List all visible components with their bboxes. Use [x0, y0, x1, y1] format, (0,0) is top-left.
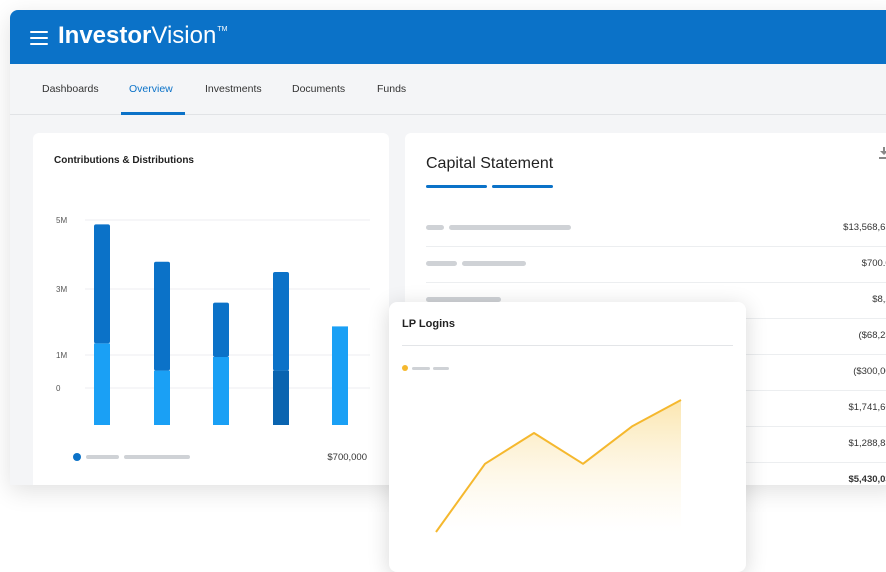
- lp-logins-card: LP Logins: [389, 302, 746, 572]
- y-tick-label: 3M: [56, 285, 67, 294]
- row-value: $13,568,652: [843, 222, 886, 233]
- y-tick-label: 1M: [56, 351, 67, 360]
- row-value-total: $5,430,030: [848, 474, 886, 485]
- bar-segment-bottom: [273, 370, 289, 425]
- table-row: $13,568,652: [426, 210, 886, 247]
- y-tick-label: 0: [56, 384, 61, 393]
- lp-logins-chart: [435, 399, 682, 533]
- tab-dashboards[interactable]: Dashboards: [42, 64, 99, 114]
- brand-trademark: TM: [217, 26, 228, 33]
- capital-subtab-1[interactable]: [426, 185, 487, 188]
- bar-segment-top: [94, 224, 110, 344]
- top-bar: InvestorVisionTM: [10, 10, 886, 64]
- bar-segment-top: [213, 302, 229, 357]
- capital-statement-title: Capital Statement: [426, 155, 554, 172]
- tab-funds[interactable]: Funds: [377, 64, 406, 114]
- brand-logo[interactable]: InvestorVisionTM: [58, 22, 227, 50]
- bar-segment-top: [273, 272, 289, 371]
- bar-segment-top: [154, 261, 170, 371]
- row-value: $8,27: [872, 294, 886, 305]
- menu-icon[interactable]: [30, 31, 48, 45]
- y-tick-label: 5M: [56, 216, 67, 225]
- legend-marker: [73, 453, 81, 461]
- row-value: ($300,000: [853, 366, 886, 377]
- row-value: $1,288,832: [848, 438, 886, 449]
- bar-segment-bottom: [94, 343, 110, 425]
- row-value: $1,741,660: [848, 402, 886, 413]
- legend-label-placeholder: [86, 455, 119, 459]
- legend-label-placeholder: [124, 455, 190, 459]
- bar-segment-bottom: [213, 357, 229, 425]
- contributions-chart: 5M 3M 1M 0: [56, 216, 370, 425]
- brand-name-bold: Investor: [58, 22, 152, 49]
- contributions-card: Contributions & Distributions 5M 3M 1M 0 $7…: [33, 133, 389, 485]
- tab-investments[interactable]: Investments: [205, 64, 262, 114]
- tab-overview[interactable]: Overview: [129, 64, 173, 114]
- tab-documents[interactable]: Documents: [292, 64, 345, 114]
- brand-name-light: Vision: [151, 22, 217, 49]
- legend-value: $700,000: [327, 452, 367, 463]
- nav-tabs: Dashboards Overview Investments Document…: [10, 64, 886, 115]
- row-value: $700.00: [861, 258, 886, 269]
- active-tab-indicator: [121, 112, 185, 115]
- bar-segment-bottom: [154, 370, 170, 425]
- capital-subtab-2[interactable]: [492, 185, 553, 188]
- bar-segment-bottom: [332, 326, 348, 425]
- row-value: ($68,233: [858, 330, 886, 341]
- table-row: $700.00: [426, 246, 886, 283]
- download-icon[interactable]: [879, 147, 886, 159]
